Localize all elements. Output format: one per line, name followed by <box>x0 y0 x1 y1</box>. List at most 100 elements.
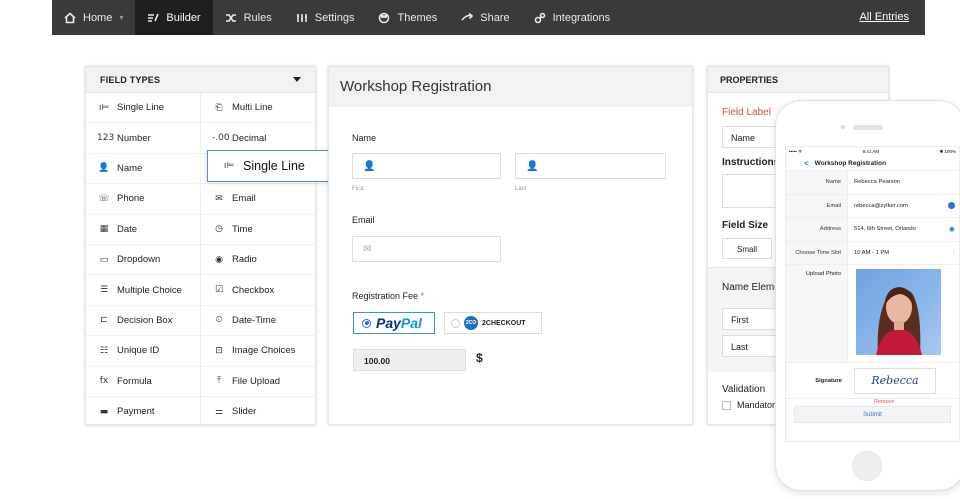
field-type-single-line[interactable]: ı⊨ Single Line <box>86 93 201 124</box>
signature-pad[interactable]: Rebecca <box>854 367 936 394</box>
phone-row-value: rebecca@zylker.com <box>854 202 908 209</box>
last-element-input[interactable]: Last <box>722 335 782 357</box>
field-type-radio[interactable]: ◉ Radio <box>201 245 316 276</box>
checkbox-icon[interactable] <box>722 400 731 410</box>
phone-row-key: Email <box>786 194 848 217</box>
portrait-image <box>876 287 922 355</box>
field-type-icon: ı⊨ <box>98 102 110 113</box>
phone-top <box>841 119 901 135</box>
field-type-icon: ▭ <box>99 254 109 265</box>
amount-field[interactable]: 100.00 <box>353 349 466 371</box>
email-input[interactable]: ✉ <box>352 236 501 262</box>
field-type-dropdown[interactable]: ▭ Dropdown <box>86 244 201 276</box>
field-type-icon: ⊏ <box>100 315 108 326</box>
speaker-icon <box>853 125 883 130</box>
form-title[interactable]: Workshop Registration <box>329 67 692 107</box>
paypal-option[interactable]: PayPal <box>353 312 435 334</box>
field-size-heading: Field Size <box>722 220 769 231</box>
field-type-email[interactable]: ✉ Email <box>201 184 316 215</box>
nav-builder[interactable]: Builder <box>135 0 213 35</box>
nav-integrations-label: Integrations <box>552 11 611 24</box>
2checkout-option[interactable]: 2CO 2CHECKOUT <box>444 312 542 334</box>
phone-row-time-slot[interactable]: Choose Time Slot 10 AM - 1 PM › <box>786 241 959 265</box>
status-time: 9:41 AM <box>862 149 880 154</box>
first-name-input[interactable]: 👤 <box>352 153 501 179</box>
field-label-input[interactable]: Name <box>722 126 782 148</box>
uploaded-photo[interactable] <box>856 269 941 355</box>
share-icon <box>461 12 474 21</box>
radio-unselected-icon <box>451 318 460 328</box>
field-type-time[interactable]: ◷ Time <box>201 215 316 245</box>
email-field-label: Email <box>352 215 375 225</box>
field-type-icon: 123 <box>97 133 115 144</box>
all-entries-link[interactable]: All Entries <box>859 11 909 23</box>
field-type-label: Multi Line <box>232 102 273 114</box>
submit-button[interactable]: Submit <box>794 406 951 423</box>
field-type-decision-box[interactable]: ⊏ Decision Box <box>86 305 201 337</box>
field-type-icon: ☷ <box>99 345 109 356</box>
phone-screen: ••••• ᯤ 9:41 AM ✱ 100% < Workshop Regist… <box>785 146 960 442</box>
nav-home-label: Home <box>83 11 113 24</box>
back-chevron-icon[interactable]: < <box>804 159 809 168</box>
field-type-unique-id[interactable]: ☷ Unique ID <box>86 336 201 367</box>
field-type-payment[interactable]: ▬ Payment <box>86 396 201 428</box>
field-type-file-upload[interactable]: ⤒ File Upload <box>201 367 316 397</box>
field-types-title: FIELD TYPES <box>100 74 161 85</box>
field-type-image-choices[interactable]: ⊡ Image Choices <box>201 336 316 367</box>
phone-row-upload-photo: Upload Photo <box>786 265 959 363</box>
camera-icon <box>841 125 845 129</box>
paypal-logo-part2: Pal <box>400 315 422 331</box>
phone-row-key: Name <box>786 171 848 194</box>
field-types-panel: FIELD TYPES ı⊨ Single Line ⎗ Multi Line 123 N… <box>85 66 316 428</box>
nav-home[interactable]: Home ▾ <box>52 0 135 35</box>
mandatory-option[interactable]: Mandator <box>722 400 775 410</box>
properties-title: PROPERTIES <box>708 67 888 93</box>
nav-builder-label: Builder <box>166 11 201 24</box>
instructions-input[interactable] <box>722 174 782 208</box>
nav-share[interactable]: Share <box>449 0 521 35</box>
field-type-label: Email <box>232 193 256 205</box>
field-types-header[interactable]: FIELD TYPES <box>86 67 315 93</box>
location-pin-icon: ◉ <box>948 226 955 234</box>
field-type-icon: ⤒ <box>217 376 221 387</box>
phone-row-email[interactable]: Email rebecca@zylker.com <box>786 194 959 218</box>
size-small-button[interactable]: Small <box>722 238 772 259</box>
field-type-multi-line[interactable]: ⎗ Multi Line <box>201 93 316 124</box>
phone-row-name[interactable]: Name Rebecca Pearson <box>786 171 959 195</box>
status-bar: ••••• ᯤ 9:41 AM ✱ 100% <box>786 147 959 156</box>
field-type-name[interactable]: 👤 Name <box>86 153 201 185</box>
phone-home-button[interactable] <box>852 451 882 481</box>
nav-rules[interactable]: Rules <box>213 0 284 35</box>
field-type-icon: -.00 <box>212 133 230 144</box>
field-type-label: Decimal <box>232 132 267 144</box>
contact-icon <box>948 202 955 210</box>
phone-row-key: Choose Time Slot <box>786 241 848 264</box>
first-element-input[interactable]: First <box>722 308 782 330</box>
person-icon: 👤 <box>526 160 539 172</box>
last-name-input[interactable]: 👤 <box>515 153 666 179</box>
drag-preview-single-line[interactable]: ı⊨ Single Line <box>207 150 342 182</box>
phone-nav-title: Workshop Registration <box>814 159 887 167</box>
nav-rules-label: Rules <box>243 11 272 24</box>
phone-row-address[interactable]: Address 514, 6th Street, Orlando ◉ <box>786 218 959 242</box>
caret-down-icon[interactable] <box>293 77 301 82</box>
field-type-label: File Upload <box>232 375 281 387</box>
single-line-icon: ı⊨ <box>223 161 235 171</box>
field-type-date-time[interactable]: ⏲ Date-Time <box>201 306 316 337</box>
field-type-number[interactable]: 123 Number <box>86 123 201 154</box>
nav-integrations[interactable]: Integrations <box>522 0 622 35</box>
field-type-slider[interactable]: ⚌ Slider <box>201 397 316 428</box>
field-type-multiple-choice[interactable]: ☰ Multiple Choice <box>86 275 201 306</box>
field-type-formula[interactable]: fx Formula <box>86 366 201 397</box>
remove-photo-link[interactable]: Remove <box>874 399 894 405</box>
signature-text: Rebecca <box>871 374 919 387</box>
phone-row-value: 514, 6th Street, Orlando <box>854 226 916 233</box>
field-type-checkbox[interactable]: ☑ Checkbox <box>201 275 316 306</box>
field-type-date[interactable]: ▦ Date <box>86 214 201 245</box>
2checkout-logo: 2CO <box>464 316 478 330</box>
field-type-label: Single Line <box>117 102 165 114</box>
field-type-phone[interactable]: ☏ Phone <box>86 184 201 215</box>
nav-themes[interactable]: Themes <box>366 0 449 35</box>
field-type-label: Payment <box>117 406 155 418</box>
nav-settings[interactable]: Settings <box>284 0 367 35</box>
